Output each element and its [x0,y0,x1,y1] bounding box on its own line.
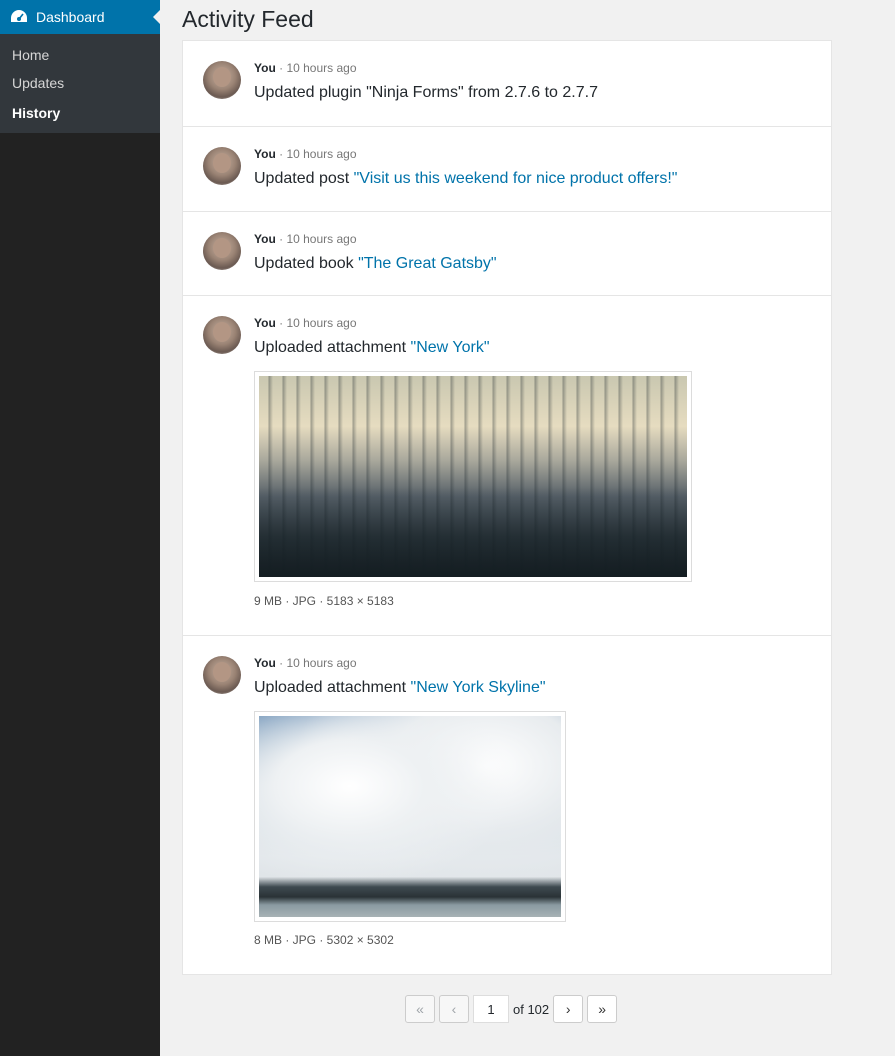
feed-item: You · 10 hours ago Updated plugin "Ninja… [183,41,831,126]
entry-author[interactable]: You [254,232,276,246]
entry-text: Uploaded attachment [254,679,411,696]
entry-message: Uploaded attachment "New York Skyline" [254,679,546,697]
entry-time: 10 hours ago [286,316,357,330]
dashboard-submenu: Home Updates History [0,34,160,133]
entry-message: Updated book "The Great Gatsby" [254,255,497,273]
entry-author[interactable]: You [254,147,276,161]
attachment-thumbnail[interactable] [254,711,566,922]
entry-message: Updated plugin "Ninja Forms" from 2.7.6 … [254,84,598,102]
prev-page-button[interactable]: ‹ [439,995,469,1023]
entry-text: Updated post [254,170,354,187]
entry-meta: You · 10 hours ago [254,61,357,75]
entry-message: Uploaded attachment "New York" [254,339,490,357]
current-page-input[interactable] [473,995,509,1023]
pagination: « ‹ of 102 › » [405,995,621,1023]
next-page-button[interactable]: › [553,995,584,1023]
entry-time: 10 hours ago [286,656,357,670]
attachment-file-info: 9 MB · JPG · 5183 × 5183 [254,594,394,608]
entry-message: Updated post "Visit us this weekend for … [254,170,677,188]
entry-link[interactable]: "New York" [411,339,490,356]
last-page-button[interactable]: » [587,995,618,1023]
entry-text: Updated book [254,255,359,272]
dashboard-gauge-icon [11,10,27,22]
entry-time: 10 hours ago [286,61,357,75]
new-york-photo [259,376,687,577]
sidebar-item-history[interactable]: History [0,101,160,129]
entry-text: Uploaded attachment [254,339,411,356]
avatar [203,656,241,694]
feed-item: You · 10 hours ago Updated post "Visit u… [183,126,831,211]
entry-time: 10 hours ago [286,232,357,246]
sidebar-dashboard-label: Dashboard [36,9,105,25]
entry-text: Updated plugin "Ninja Forms" from 2.7.6 … [254,84,598,101]
entry-link[interactable]: "Visit us this weekend for nice product … [354,170,678,187]
activity-feed: You · 10 hours ago Updated plugin "Ninja… [182,40,832,975]
admin-sidebar: Dashboard Home Updates History [0,0,160,1056]
new-york-skyline-photo [259,716,561,917]
entry-time: 10 hours ago [286,147,357,161]
attachment-thumbnail[interactable] [254,371,692,582]
feed-item: You · 10 hours ago Updated book "The Gre… [183,211,831,295]
total-pages-label: of 102 [513,1001,550,1017]
avatar [203,232,241,270]
entry-author[interactable]: You [254,656,276,670]
feed-item: You · 10 hours ago Uploaded attachment "… [183,295,831,635]
entry-author[interactable]: You [254,316,276,330]
entry-meta: You · 10 hours ago [254,232,357,246]
entry-meta: You · 10 hours ago [254,316,357,330]
entry-meta: You · 10 hours ago [254,147,357,161]
avatar [203,316,241,354]
entry-meta: You · 10 hours ago [254,656,357,670]
avatar [203,147,241,185]
entry-link[interactable]: "The Great Gatsby" [358,255,497,272]
first-page-button[interactable]: « [405,995,435,1023]
feed-item: You · 10 hours ago Uploaded attachment "… [183,635,831,974]
avatar [203,61,241,99]
sidebar-item-dashboard[interactable]: Dashboard [0,0,160,34]
sidebar-item-home[interactable]: Home [0,43,160,71]
current-menu-arrow [153,10,160,24]
entry-author[interactable]: You [254,61,276,75]
attachment-file-info: 8 MB · JPG · 5302 × 5302 [254,933,394,947]
entry-link[interactable]: "New York Skyline" [411,679,546,696]
sidebar-item-updates[interactable]: Updates [0,71,160,99]
page-title: Activity Feed [182,6,314,32]
